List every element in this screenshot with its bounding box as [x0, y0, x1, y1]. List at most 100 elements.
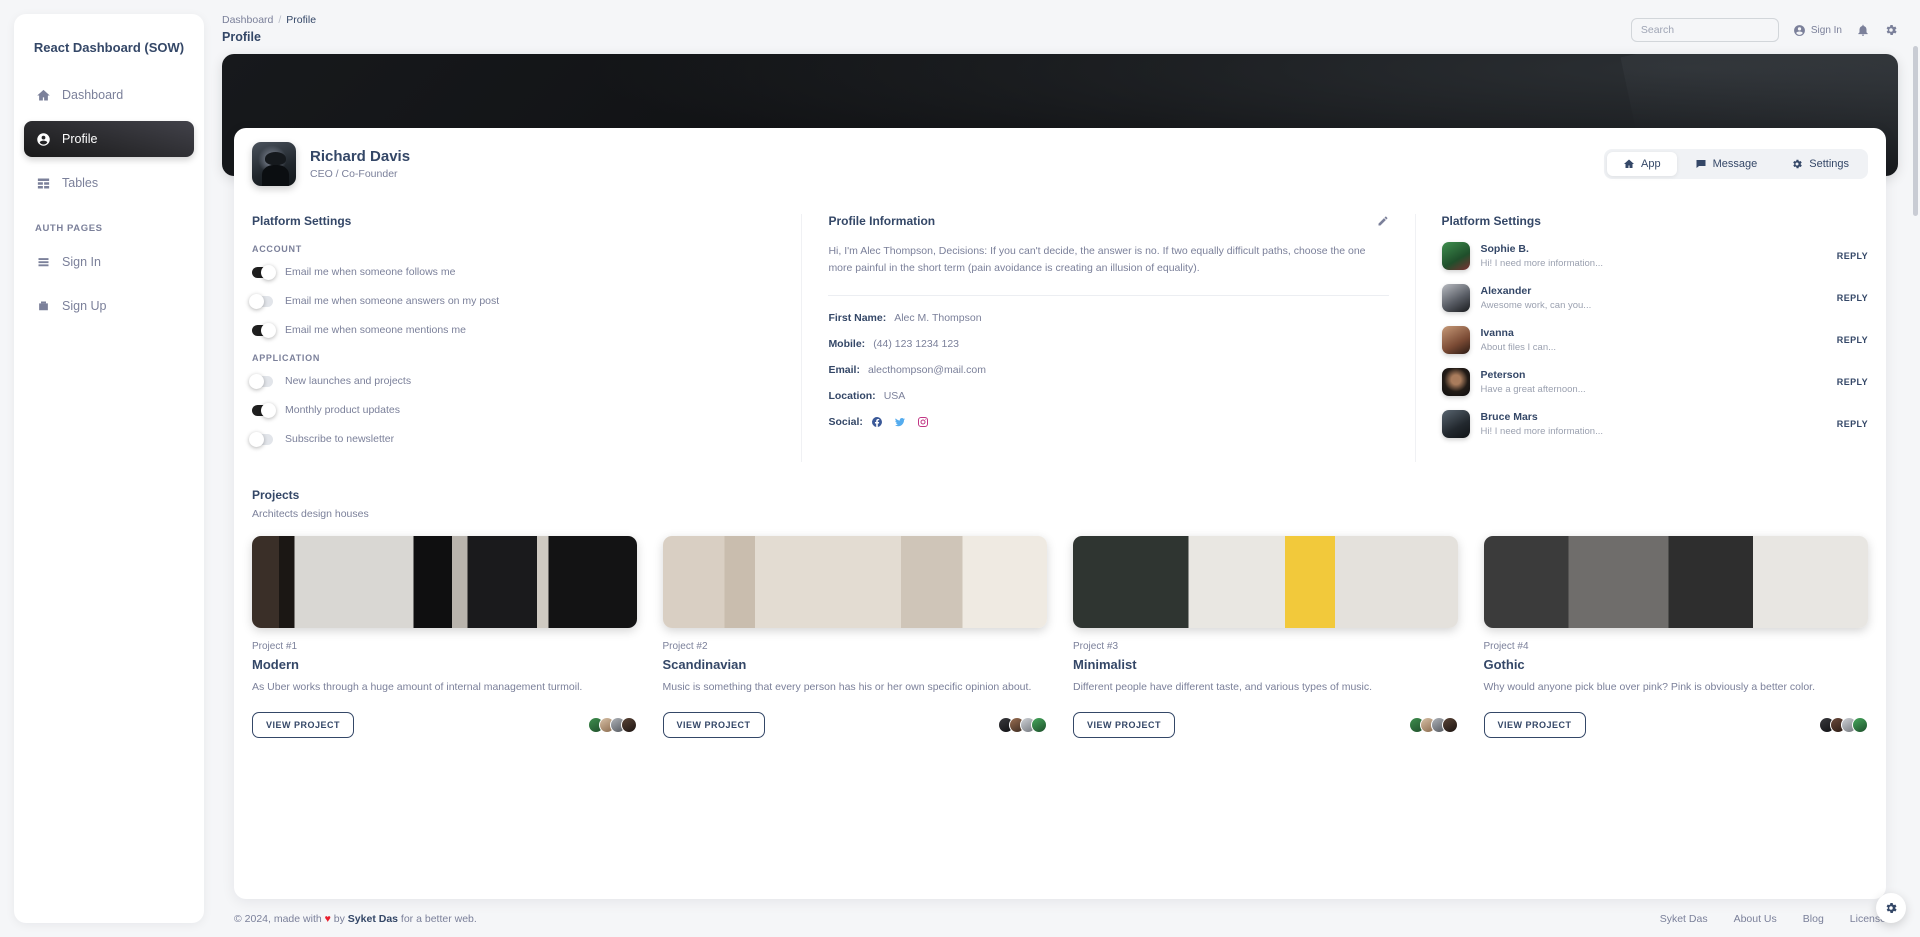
- project-card: Project #1 Modern As Uber works through …: [252, 536, 637, 738]
- profile-identity: Richard Davis CEO / Co-Founder: [252, 142, 410, 186]
- topbar: Dashboard / Profile Profile Sign In: [222, 0, 1898, 54]
- sidebar-item-sign-up[interactable]: Sign Up: [24, 288, 194, 324]
- project-image[interactable]: [1073, 536, 1458, 628]
- view-project-button[interactable]: VIEW PROJECT: [252, 711, 355, 738]
- projects-title: Projects: [252, 488, 300, 502]
- projects-subtitle: Architects design houses: [252, 508, 369, 520]
- breadcrumb-root[interactable]: Dashboard: [222, 14, 273, 26]
- project-number: Project #4: [1483, 641, 1529, 652]
- toggle-newsletter[interactable]: [249, 431, 273, 447]
- view-project-button[interactable]: VIEW PROJECT: [1483, 711, 1586, 738]
- info-row-social: Social:: [828, 416, 1388, 428]
- view-project-button[interactable]: VIEW PROJECT: [662, 711, 765, 738]
- sidebar-item-label: Sign In: [62, 255, 101, 269]
- pencil-icon[interactable]: [1377, 214, 1389, 232]
- main-content: Dashboard / Profile Profile Sign In: [204, 0, 1920, 937]
- setting-label: Subscribe to newsletter: [285, 433, 395, 445]
- setting-row: Email me when someone answers on my post: [249, 293, 779, 309]
- conversation-message: Hi! I need more information...: [1480, 258, 1604, 269]
- project-title: Gothic: [1483, 657, 1525, 672]
- list-item[interactable]: Ivanna About files I can... REPLY: [1441, 326, 1868, 354]
- tab-app[interactable]: App: [1607, 152, 1677, 176]
- project-card: Project #3 Minimalist Different people h…: [1073, 536, 1458, 738]
- reply-button[interactable]: REPLY: [1827, 251, 1868, 261]
- setting-row: Monthly product updates: [252, 402, 779, 418]
- profile-bio: Hi, I'm Alec Thompson, Decisions: If you…: [828, 245, 1366, 275]
- info-row-mobile: Mobile: (44) 123 1234 123: [828, 338, 1388, 350]
- avatar: [1441, 326, 1470, 354]
- reply-button[interactable]: REPLY: [1827, 293, 1868, 303]
- toggle-email-follows[interactable]: [252, 264, 276, 280]
- project-members: [1819, 716, 1868, 733]
- bell-icon[interactable]: [1856, 23, 1870, 37]
- tab-message[interactable]: Message: [1679, 152, 1774, 176]
- project-number: Project #3: [1073, 641, 1119, 652]
- reply-button[interactable]: REPLY: [1827, 419, 1868, 429]
- profile-name: Richard Davis: [310, 148, 411, 165]
- conversation-name: Sophie B.: [1480, 243, 1529, 255]
- reply-button[interactable]: REPLY: [1827, 377, 1868, 387]
- toggle-new-launches[interactable]: [249, 373, 273, 389]
- twitter-icon[interactable]: [894, 416, 906, 428]
- project-image[interactable]: [1483, 536, 1868, 628]
- projects-header: Projects Architects design houses: [252, 488, 1868, 520]
- conversation-message: Awesome work, can you...: [1480, 300, 1592, 311]
- breadcrumb: Dashboard / Profile: [222, 14, 316, 26]
- reply-button[interactable]: REPLY: [1827, 335, 1868, 345]
- info-key: Social:: [828, 415, 863, 428]
- brand-title: React Dashboard (SOW): [33, 40, 185, 55]
- profile-header-row: Richard Davis CEO / Co-Founder App Messa…: [252, 142, 1868, 186]
- avatar: [1441, 284, 1470, 312]
- list-item[interactable]: Peterson Have a great afternoon... REPLY: [1441, 368, 1868, 396]
- avatar[interactable]: [252, 142, 296, 186]
- info-key: Mobile:: [828, 337, 866, 350]
- gear-icon[interactable]: [1884, 23, 1898, 37]
- conversation-message: Hi! I need more information...: [1480, 426, 1604, 437]
- conversation-name: Ivanna: [1480, 327, 1514, 339]
- project-card: Project #4 Gothic Why would anyone pick …: [1483, 536, 1868, 738]
- facebook-icon[interactable]: [871, 416, 883, 428]
- setting-row: Email me when someone mentions me: [252, 322, 779, 338]
- project-image[interactable]: [252, 536, 637, 628]
- toggle-monthly-updates[interactable]: [252, 402, 276, 418]
- settings-fab-button[interactable]: [1876, 893, 1906, 923]
- conversation-name: Alexander: [1480, 285, 1532, 297]
- list-item[interactable]: Alexander Awesome work, can you... REPLY: [1441, 284, 1868, 312]
- tab-label: App: [1641, 158, 1661, 170]
- info-key: Location:: [828, 389, 876, 402]
- sidebar-item-tables[interactable]: Tables: [24, 165, 194, 201]
- profile-tabs: App Message Settings: [1604, 149, 1868, 179]
- sidebar-item-sign-in[interactable]: Sign In: [24, 244, 194, 280]
- list-item[interactable]: Bruce Mars Hi! I need more information..…: [1441, 410, 1868, 438]
- sidebar-item-label: Sign Up: [62, 299, 107, 313]
- toggle-email-mentions[interactable]: [252, 322, 276, 338]
- view-project-button[interactable]: VIEW PROJECT: [1073, 711, 1176, 738]
- account-section-label: ACCOUNT: [252, 244, 302, 254]
- project-image[interactable]: [662, 536, 1047, 628]
- project-description: Different people have different taste, a…: [1073, 681, 1373, 693]
- sidebar-item-profile[interactable]: Profile: [24, 121, 194, 157]
- sidebar-item-dashboard[interactable]: Dashboard: [24, 77, 194, 113]
- login-icon: [35, 254, 51, 270]
- footer-author[interactable]: Syket Das: [348, 913, 398, 925]
- projects-grid: Project #1 Modern As Uber works through …: [252, 536, 1868, 738]
- tab-settings[interactable]: Settings: [1775, 152, 1865, 176]
- profile-role: CEO / Co-Founder: [310, 168, 398, 180]
- topbar-actions: Sign In: [1630, 14, 1898, 42]
- sidebar-section-auth: AUTH PAGES: [35, 223, 103, 234]
- page-scrollbar[interactable]: [1913, 46, 1918, 216]
- footer-link-syket-das[interactable]: Syket Das: [1660, 913, 1708, 925]
- footer-link-blog[interactable]: Blog: [1803, 913, 1824, 925]
- list-item[interactable]: Sophie B. Hi! I need more information...…: [1441, 242, 1868, 270]
- info-row-location: Location: USA: [828, 390, 1388, 402]
- project-members: [998, 716, 1047, 733]
- sign-in-button[interactable]: Sign In: [1793, 24, 1842, 37]
- avatar: [1441, 410, 1470, 438]
- instagram-icon[interactable]: [917, 416, 929, 428]
- toggle-email-answers[interactable]: [249, 293, 273, 309]
- footer: © 2024, made with ♥ by Syket Das for a b…: [222, 899, 1898, 937]
- gear-icon: [1793, 159, 1803, 169]
- profile-information-header: Profile Information: [828, 214, 1388, 232]
- footer-link-about-us[interactable]: About Us: [1734, 913, 1777, 925]
- search-input[interactable]: [1630, 18, 1779, 42]
